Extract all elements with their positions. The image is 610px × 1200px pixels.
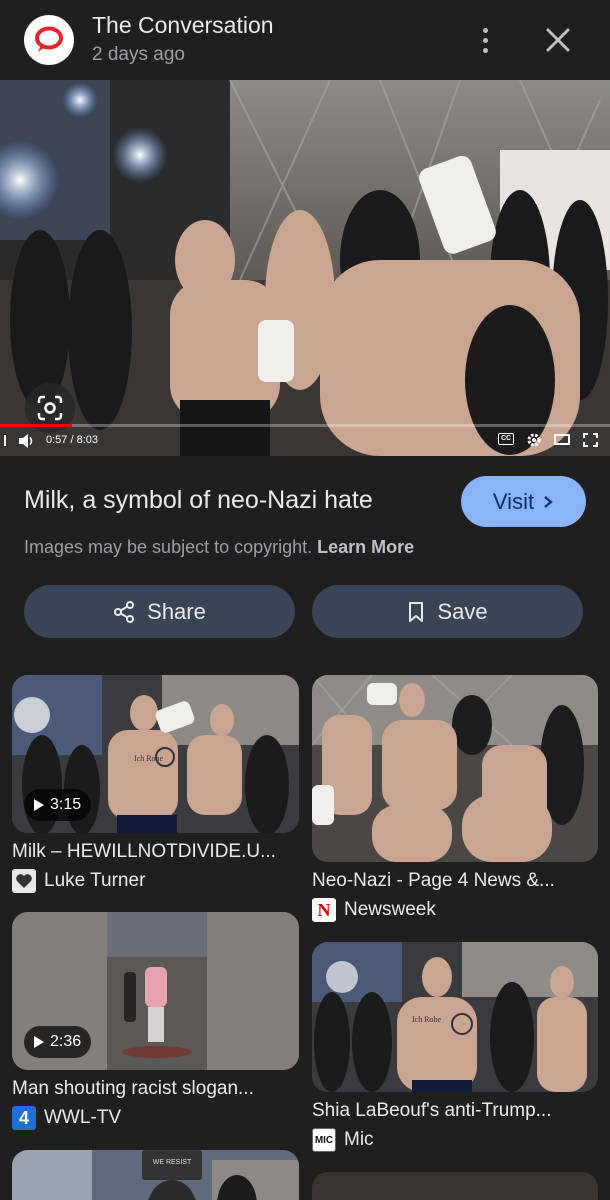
- related-image-card[interactable]: 2:36 Man shouting racist slogan... 4 WWL…: [12, 912, 299, 1130]
- related-thumbnail[interactable]: Ich Rohe: [312, 942, 598, 1092]
- source-name: Newsweek: [344, 899, 436, 920]
- thumbnail-image: Ich Rohe: [312, 942, 598, 1092]
- related-title[interactable]: Shia LaBeouf's anti-Trump...: [312, 1100, 598, 1122]
- header: The Conversation 2 days ago: [0, 0, 610, 80]
- learn-more-link[interactable]: Learn More: [317, 537, 414, 557]
- source-name: Luke Turner: [44, 870, 146, 891]
- source-name: WWL-TV: [44, 1107, 122, 1128]
- related-title[interactable]: Man shouting racist slogan...: [12, 1078, 299, 1100]
- thumbnail-image: WE RESIST: [12, 1150, 299, 1200]
- luke-turner-favicon: [12, 869, 36, 893]
- wwl-tv-favicon: 4: [12, 1106, 36, 1130]
- protest-sign-text: WE RESIST: [153, 1159, 192, 1166]
- play-icon: [34, 799, 44, 811]
- related-image-card[interactable]: WE RESIST: [12, 1150, 299, 1200]
- heart-icon: [16, 874, 32, 888]
- related-title[interactable]: Milk – HEWILLNOTDIVIDE.U...: [12, 841, 299, 863]
- more-vert-icon: [482, 27, 488, 33]
- more-options-button[interactable]: [470, 20, 500, 60]
- visit-button[interactable]: Visit: [461, 476, 586, 527]
- captions-button[interactable]: CC: [498, 433, 514, 445]
- related-thumbnail[interactable]: Ich Rohe 3:15: [12, 675, 299, 833]
- mic-favicon: MIC: [312, 1128, 336, 1152]
- source-timestamp: 2 days ago: [92, 44, 185, 65]
- source-title[interactable]: The Conversation: [92, 12, 274, 39]
- thumbnail-image: [312, 675, 598, 862]
- copyright-notice: Images may be subject to copyright. Lear…: [24, 537, 414, 558]
- fullscreen-icon[interactable]: [583, 433, 598, 447]
- video-progress-bar[interactable]: [0, 424, 610, 427]
- video-controls: 0:57 / 8:03 CC: [0, 430, 610, 454]
- chevron-right-icon: [544, 495, 553, 508]
- close-button[interactable]: [538, 20, 578, 60]
- related-thumbnail[interactable]: [312, 675, 598, 862]
- newsweek-favicon: N: [312, 898, 336, 922]
- related-source: MIC Mic: [312, 1128, 598, 1152]
- theater-mode-icon[interactable]: [554, 434, 570, 445]
- duration-text: 3:15: [50, 796, 82, 813]
- related-title[interactable]: Neo-Nazi - Page 4 News &...: [312, 870, 598, 892]
- related-image-card[interactable]: [312, 1172, 598, 1200]
- related-thumbnail[interactable]: [312, 1172, 598, 1200]
- video-duration-badge: 2:36: [24, 1026, 92, 1058]
- save-button[interactable]: Save: [312, 585, 583, 638]
- settings-gear-icon[interactable]: [526, 432, 542, 448]
- share-button[interactable]: Share: [24, 585, 295, 638]
- related-image-card[interactable]: Neo-Nazi - Page 4 News &... N Newsweek: [312, 675, 598, 922]
- bookmark-icon: [409, 601, 424, 622]
- close-icon: [546, 28, 570, 52]
- video-duration-badge: 3:15: [24, 789, 92, 821]
- source-name: Mic: [344, 1129, 374, 1150]
- related-source: Luke Turner: [12, 869, 299, 893]
- tattoo-text: Ich Rohe: [134, 754, 164, 763]
- volume-icon[interactable]: [18, 433, 36, 449]
- play-icon: [34, 1036, 44, 1048]
- tattoo-text: Ich Rohe: [412, 1015, 442, 1024]
- the-conversation-logo[interactable]: [24, 15, 74, 65]
- duration-text: 2:36: [50, 1033, 82, 1050]
- related-image-card[interactable]: Ich Rohe 3:15 Milk – HEWILLNOTDIVIDE.U..…: [12, 675, 299, 893]
- visit-label: Visit: [492, 488, 535, 514]
- video-progress-fill: [0, 424, 72, 427]
- related-thumbnail[interactable]: WE RESIST: [12, 1150, 299, 1200]
- related-thumbnail[interactable]: 2:36: [12, 912, 299, 1070]
- save-label: Save: [437, 598, 488, 624]
- skip-marker: [4, 435, 6, 446]
- related-source: N Newsweek: [312, 898, 598, 922]
- related-source: 4 WWL-TV: [12, 1106, 299, 1130]
- video-time-readout: 0:57 / 8:03: [46, 434, 98, 446]
- speech-bubble-icon: [35, 26, 63, 52]
- image-result-title: Milk, a symbol of neo-Nazi hate: [24, 486, 373, 514]
- video-frame: [0, 80, 610, 456]
- video-player[interactable]: 0:57 / 8:03 CC: [0, 80, 610, 456]
- lens-icon: [37, 395, 63, 421]
- share-label: Share: [147, 598, 206, 624]
- copyright-text: Images may be subject to copyright.: [24, 537, 313, 557]
- share-icon: [114, 600, 135, 623]
- related-image-card[interactable]: Ich Rohe Shia LaBeouf's anti-Trump... MI…: [312, 942, 598, 1152]
